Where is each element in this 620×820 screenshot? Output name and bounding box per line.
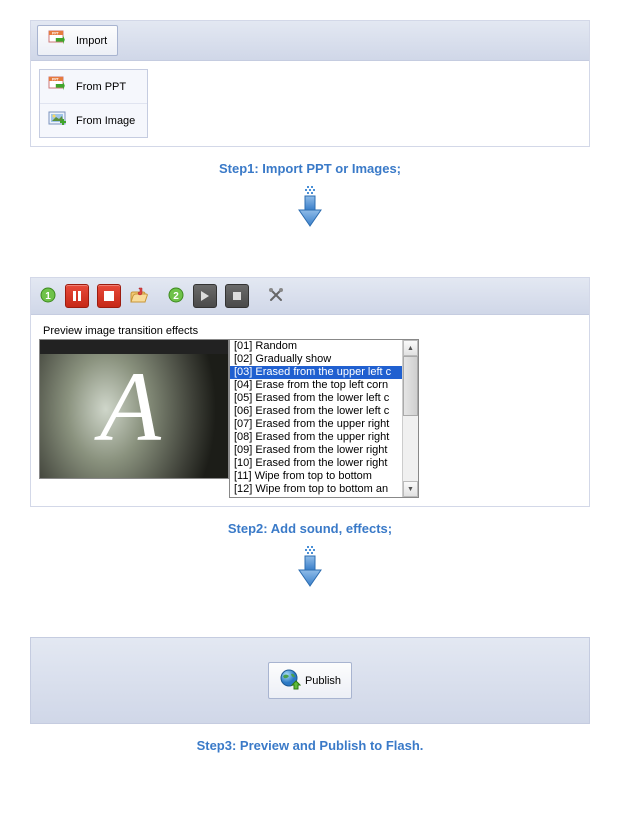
svg-text:1: 1 [45, 291, 51, 302]
import-panel: PPT Import PPT [30, 20, 590, 147]
publish-button-label: Publish [305, 675, 341, 687]
publish-panel: Publish [30, 637, 590, 724]
svg-text:2: 2 [173, 291, 179, 302]
effects-list[interactable]: [01] Random[02] Gradually show[03] Erase… [229, 339, 419, 498]
preview-image: A [39, 339, 229, 479]
arrow-down-icon [295, 184, 325, 234]
effect-item[interactable]: [04] Erase from the top left corn [230, 379, 418, 392]
step1-caption: Step1: Import PPT or Images; [30, 161, 590, 176]
step3-caption: Step3: Preview and Publish to Flash. [30, 738, 590, 753]
preview-title: Preview image transition effects [39, 323, 229, 339]
effects-panel: 1 2 [30, 277, 590, 507]
effect-item[interactable]: [06] Erased from the lower left c [230, 405, 418, 418]
arrow-down-2 [30, 544, 590, 597]
stop2-button[interactable] [225, 284, 249, 308]
settings-icon[interactable] [267, 286, 285, 307]
ppt-icon: PPT [48, 76, 70, 97]
ppt-import-icon: PPT [48, 30, 70, 51]
image-icon [48, 110, 70, 131]
help-1-icon[interactable]: 1 [39, 286, 57, 307]
effects-body: Preview image transition effects A [01] … [31, 315, 589, 506]
import-panel-header: PPT Import [31, 21, 589, 61]
scroll-down-button[interactable]: ▼ [403, 481, 418, 497]
menu-item-label: From Image [76, 115, 135, 127]
effect-item[interactable]: [08] Erased from the upper right [230, 431, 418, 444]
open-sound-icon[interactable] [129, 286, 149, 307]
effect-item[interactable]: [10] Erased from the lower right [230, 457, 418, 470]
effect-item[interactable]: [05] Erased from the lower left c [230, 392, 418, 405]
scroll-up-button[interactable]: ▲ [403, 340, 418, 356]
stop-button[interactable] [97, 284, 121, 308]
pause-button[interactable] [65, 284, 89, 308]
svg-text:PPT: PPT [52, 32, 60, 36]
effects-toolbar: 1 2 [31, 278, 589, 315]
effect-item[interactable]: [02] Gradually show [230, 353, 418, 366]
arrow-down-1 [30, 184, 590, 237]
help-2-icon[interactable]: 2 [167, 286, 185, 307]
menu-item-label: From PPT [76, 81, 126, 93]
play-button[interactable] [193, 284, 217, 308]
effect-item[interactable]: [09] Erased from the lower right [230, 444, 418, 457]
scroll-thumb[interactable] [403, 356, 418, 416]
effect-item[interactable]: [01] Random [230, 340, 418, 353]
preview-box: Preview image transition effects A [39, 323, 229, 498]
globe-publish-icon [279, 668, 301, 693]
svg-text:PPT: PPT [52, 78, 60, 82]
import-menu: PPT From PPT [39, 69, 148, 138]
effects-scrollbar[interactable]: ▲ ▼ [402, 340, 418, 497]
import-panel-body: PPT From PPT [31, 61, 589, 146]
publish-button[interactable]: Publish [268, 662, 352, 699]
effect-item[interactable]: [03] Erased from the upper left c [230, 366, 418, 379]
step2-caption: Step2: Add sound, effects; [30, 521, 590, 536]
import-button[interactable]: PPT Import [37, 25, 118, 56]
menu-item-from-ppt[interactable]: PPT From PPT [40, 70, 147, 103]
arrow-down-icon [295, 544, 325, 594]
preview-letter: A [100, 349, 161, 464]
effect-item[interactable]: [11] Wipe from top to bottom [230, 470, 418, 483]
menu-item-from-image[interactable]: From Image [40, 103, 147, 137]
effect-item[interactable]: [07] Erased from the upper right [230, 418, 418, 431]
import-button-label: Import [76, 35, 107, 47]
effect-item[interactable]: [12] Wipe from top to bottom an [230, 483, 418, 496]
